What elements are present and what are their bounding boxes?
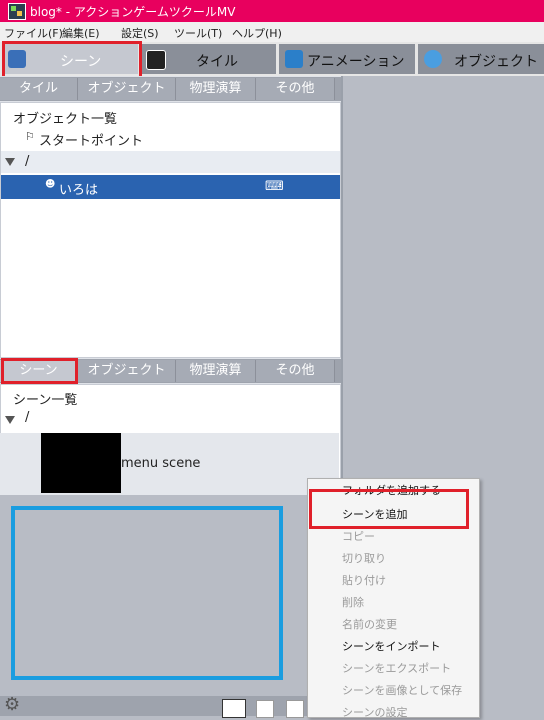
subtab-physics[interactable]: 物理演算	[176, 78, 256, 100]
top-subtab-bar: タイル オブジェクト 物理演算 その他	[0, 77, 341, 101]
expand-triangle-icon	[5, 416, 15, 424]
menu-item-scene-settings: シーンの設定	[342, 706, 408, 719]
menu-help[interactable]: ヘルプ(H)	[232, 25, 282, 41]
gamepad-icon: ⌨	[265, 179, 284, 194]
menu-tools[interactable]: ツール(T)	[174, 25, 222, 41]
subtab-other[interactable]: その他	[256, 78, 335, 100]
subtab-other-2[interactable]: その他	[256, 360, 335, 382]
tab-tile[interactable]: タイル	[140, 44, 276, 74]
title-bar: blog* - アクションゲームツクールMV	[0, 0, 544, 22]
menu-item-export-scene: シーンをエクスポート	[342, 662, 452, 675]
add-icon[interactable]	[256, 700, 274, 718]
menu-item-paste: 貼り付け	[342, 574, 386, 587]
subtab-object-2[interactable]: オブジェクト	[78, 360, 176, 382]
expand-triangle-icon	[5, 158, 15, 166]
tab-animation[interactable]: アニメーション	[279, 44, 415, 74]
highlight-add-scene	[309, 489, 469, 529]
highlight-scene-subtab	[1, 358, 78, 384]
highlight-blue-area	[11, 506, 283, 680]
app-icon	[8, 3, 26, 20]
flag-icon: ⚐	[25, 130, 35, 143]
object-folder-name: /	[25, 154, 30, 169]
scene-thumbnail	[41, 433, 121, 493]
menu-bar: ファイル(F) 編集(E) 設定(S) ツール(T) ヘルプ(H)	[0, 22, 544, 42]
menu-item-cut: 切り取り	[342, 552, 386, 565]
object-list[interactable]: オブジェクト一覧 ⚐ スタートポイント / ☻ いろは ⌨	[0, 102, 341, 358]
gear-icon[interactable]: ⚙	[4, 694, 20, 715]
bottom-toolbar: ⚙	[0, 694, 341, 718]
scene-list-header: シーン一覧	[13, 393, 78, 408]
animation-icon	[285, 50, 303, 68]
tab-tile-label: タイル	[196, 54, 238, 70]
menu-item-import-scene[interactable]: シーンをインポート	[342, 638, 440, 654]
start-point-item[interactable]: スタートポイント	[39, 130, 143, 149]
scene-item-name: menu scene	[121, 456, 201, 471]
selected-object-row[interactable]: ☻ いろは ⌨	[1, 175, 340, 199]
character-icon: ☻	[45, 179, 56, 190]
tab-object-label: オブジェクト	[454, 54, 538, 70]
menu-settings[interactable]: 設定(S)	[121, 25, 159, 41]
window-title: blog* - アクションゲームツクールMV	[30, 5, 236, 19]
menu-item-copy: コピー	[342, 530, 375, 543]
menu-file[interactable]: ファイル(F)	[4, 25, 63, 41]
subtab-object[interactable]: オブジェクト	[78, 78, 176, 100]
menu-item-delete: 削除	[342, 596, 364, 609]
menu-item-rename: 名前の変更	[342, 618, 397, 631]
subtab-physics-2[interactable]: 物理演算	[176, 360, 256, 382]
selected-object-name: いろは	[59, 183, 99, 198]
object-icon	[424, 50, 442, 68]
tile-icon	[146, 50, 166, 70]
add-folder-icon[interactable]	[286, 700, 304, 718]
subtab-tile[interactable]: タイル	[0, 78, 78, 100]
tab-animation-label: アニメーション	[307, 54, 405, 70]
film-icon[interactable]	[222, 699, 246, 718]
object-list-header: オブジェクト一覧	[13, 112, 118, 127]
menu-item-save-scene-image: シーンを画像として保存	[342, 684, 463, 697]
object-folder-row[interactable]: /	[1, 151, 340, 173]
menu-edit[interactable]: 編集(E)	[62, 25, 100, 41]
tab-object[interactable]: オブジェクト	[418, 44, 544, 74]
scene-folder-name: /	[25, 410, 30, 425]
